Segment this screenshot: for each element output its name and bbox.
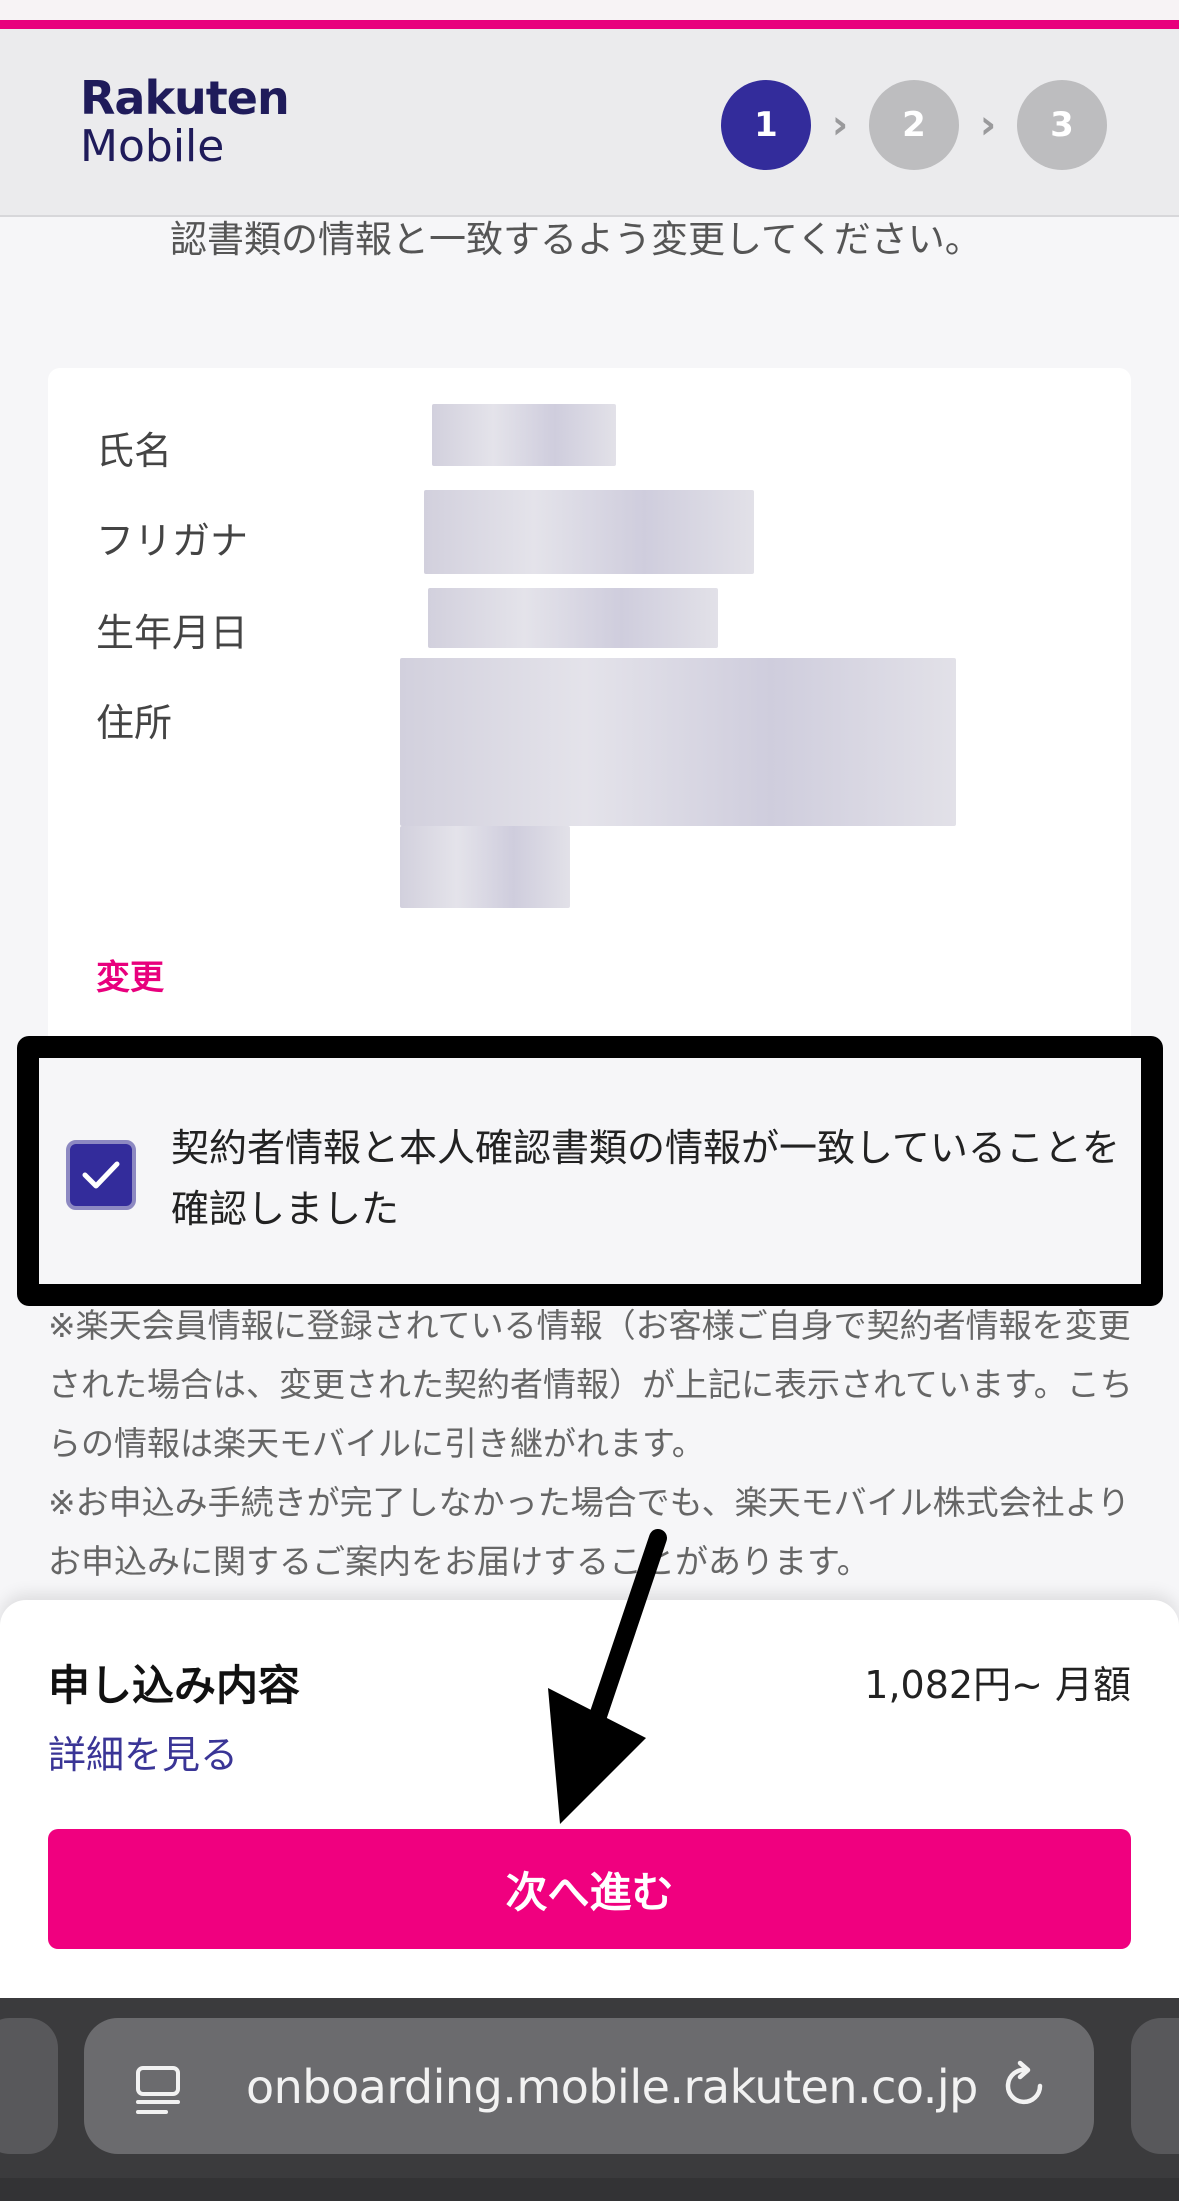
chevron-right-icon: › [979, 102, 997, 148]
confirm-checkbox-label: 契約者情報と本人確認書類の情報が一致していることを確認しました [171, 1126, 1120, 1231]
page-menu-icon[interactable] [132, 2064, 188, 2116]
edit-contract-info-link[interactable]: 変更 [96, 950, 164, 999]
checkmark-icon [82, 1161, 120, 1189]
contract-info-card: 氏名 フリガナ 生年月日 住所 変更 [48, 368, 1131, 1048]
next-button[interactable]: 次へ進む [48, 1829, 1131, 1949]
rakuten-mobile-logo[interactable]: Rakuten Mobile [80, 71, 290, 172]
logo-text-mobile: Mobile [80, 121, 225, 172]
url-text: onboarding.mobile.rakuten.co.jp [246, 2060, 978, 2114]
name-label: 氏名 [96, 429, 173, 473]
top-accent-line [0, 20, 1179, 29]
toolbar-bottom-strip [0, 2178, 1179, 2201]
furigana-label: フリガナ [96, 519, 249, 563]
logo-text-rakuten: Rakuten [80, 71, 290, 125]
contract-info-notice: 認書類の情報と一致するよう変更してください。 [170, 212, 1130, 268]
progress-steps: 1 › 2 › 3 [721, 80, 1107, 170]
information-notes: ※楽天会員情報に登録されている情報（お客様ご自身で契約者情報を変更された場合は、… [48, 1296, 1138, 1591]
note-member-info: ※楽天会員情報に登録されている情報（お客様ご自身で契約者情報を変更された場合は、… [48, 1306, 1133, 1463]
name-value-redacted [432, 404, 616, 466]
step-1-indicator: 1 [721, 80, 811, 170]
status-bar-strip [0, 0, 1179, 22]
previous-tab-preview[interactable] [0, 2018, 58, 2154]
next-tab-preview[interactable] [1131, 2018, 1179, 2154]
reload-icon[interactable] [996, 2058, 1052, 2114]
address-label: 住所 [96, 701, 173, 745]
order-summary-panel: 申し込み内容 1,082円~ 月額 詳細を見る 次へ進む [0, 1600, 1179, 1998]
notice-line-2: 認書類の情報と一致するよう変更してください。 [170, 218, 982, 261]
note-incomplete-application: ※お申込み手続きが完了しなかった場合でも、楽天モバイル株式会社よりお申込みに関す… [48, 1483, 1131, 1581]
confirmation-box[interactable]: 契約者情報と本人確認書類の情報が一致していることを確認しました [17, 1036, 1163, 1306]
chevron-right-icon: › [831, 102, 849, 148]
address-value-redacted [400, 658, 956, 826]
birthdate-label: 生年月日 [96, 611, 249, 655]
confirm-checkbox[interactable] [66, 1140, 136, 1210]
birthdate-value-redacted [428, 588, 718, 648]
monthly-price: 1,082円~ 月額 [864, 1663, 1131, 1707]
browser-toolbar: onboarding.mobile.rakuten.co.jp [0, 1998, 1179, 2201]
site-header: Rakuten Mobile 1 › 2 › 3 [0, 29, 1179, 217]
view-details-link[interactable]: 詳細を見る [48, 1724, 238, 1779]
step-3-indicator: 3 [1017, 80, 1107, 170]
step-2-indicator: 2 [869, 80, 959, 170]
address-bar[interactable]: onboarding.mobile.rakuten.co.jp [84, 2018, 1094, 2154]
order-summary-title: 申し込み内容 [48, 1661, 301, 1710]
address-value-redacted-tail [400, 826, 570, 908]
furigana-value-redacted [424, 490, 754, 574]
